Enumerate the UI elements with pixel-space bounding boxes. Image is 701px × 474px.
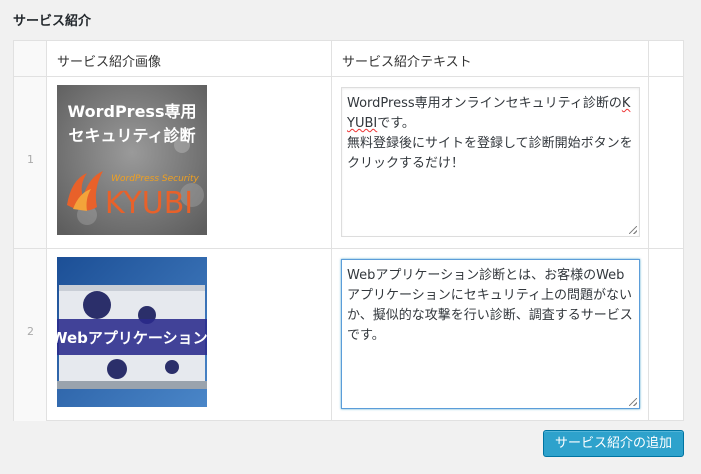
service-text-textarea[interactable]: Webアプリケーション診断とは、お客様のWebアプリケーションにセキュリティ上の… <box>341 259 640 409</box>
add-service-button[interactable]: サービス紹介の追加 <box>543 430 684 457</box>
resize-handle-icon[interactable] <box>629 398 637 406</box>
row-handle[interactable]: 2 <box>14 249 47 421</box>
section-title: サービス紹介 <box>13 14 92 29</box>
service-image-webapp[interactable]: Webアプリケーション診 <box>57 257 207 407</box>
header-image-cell: サービス紹介画像 <box>47 41 332 76</box>
image-caption-line2: セキュリティ診断 <box>68 126 195 145</box>
image-banner-text: Webアプリケーション診 <box>57 329 207 347</box>
header-image-label: サービス紹介画像 <box>57 55 162 70</box>
text-cell: Webアプリケーション診断とは、お客様のWebアプリケーションにセキュリティ上の… <box>332 249 649 421</box>
image-brand-small: WordPress Security <box>111 174 199 184</box>
text-part: Webアプリケーション診断とは、お客様のWebアプリケーションにセキュリティ上の… <box>347 268 633 343</box>
image-brand: KYUBI <box>105 186 193 221</box>
header-actions-cell <box>649 41 683 76</box>
service-repeater-table: サービス紹介画像 サービス紹介テキスト 1 WordPress専用 セキュリティ… <box>13 40 684 421</box>
table-row: 1 WordPress専用 セキュリティ診断 WordPress Securit… <box>14 77 683 249</box>
row-actions-cell[interactable] <box>649 249 683 421</box>
row-handle[interactable]: 1 <box>14 77 47 248</box>
image-caption-line1: WordPress専用 <box>68 102 197 121</box>
service-image-kyubi[interactable]: WordPress専用 セキュリティ診断 WordPress Security … <box>57 85 207 235</box>
text-part: WordPress専用オンラインセキュリティ診断の <box>347 96 622 111</box>
resize-handle-icon[interactable] <box>629 226 637 234</box>
text-part: です。 無料登録後にサイトを登録して診断開始ボタンをクリックするだけ！ <box>347 116 633 171</box>
service-text-textarea[interactable]: WordPress専用オンラインセキュリティ診断のKYUBIです。 無料登録後に… <box>341 87 640 237</box>
row-number: 1 <box>27 153 34 166</box>
header-number-cell <box>14 41 47 76</box>
header-text-cell: サービス紹介テキスト <box>332 41 649 76</box>
table-row: 2 Webアプリケーション Webアプリケーション診断とは、お客様のWebアプリ… <box>14 249 683 421</box>
text-cell: WordPress専用オンラインセキュリティ診断のKYUBIです。 無料登録後に… <box>332 77 649 248</box>
image-cell: Webアプリケーション診 <box>47 249 332 421</box>
header-text-label: サービス紹介テキスト <box>342 55 472 70</box>
table-header: サービス紹介画像 サービス紹介テキスト <box>14 41 683 77</box>
row-actions-cell[interactable] <box>649 77 683 248</box>
image-cell: WordPress専用 セキュリティ診断 WordPress Security … <box>47 77 332 248</box>
row-number: 2 <box>27 325 34 338</box>
